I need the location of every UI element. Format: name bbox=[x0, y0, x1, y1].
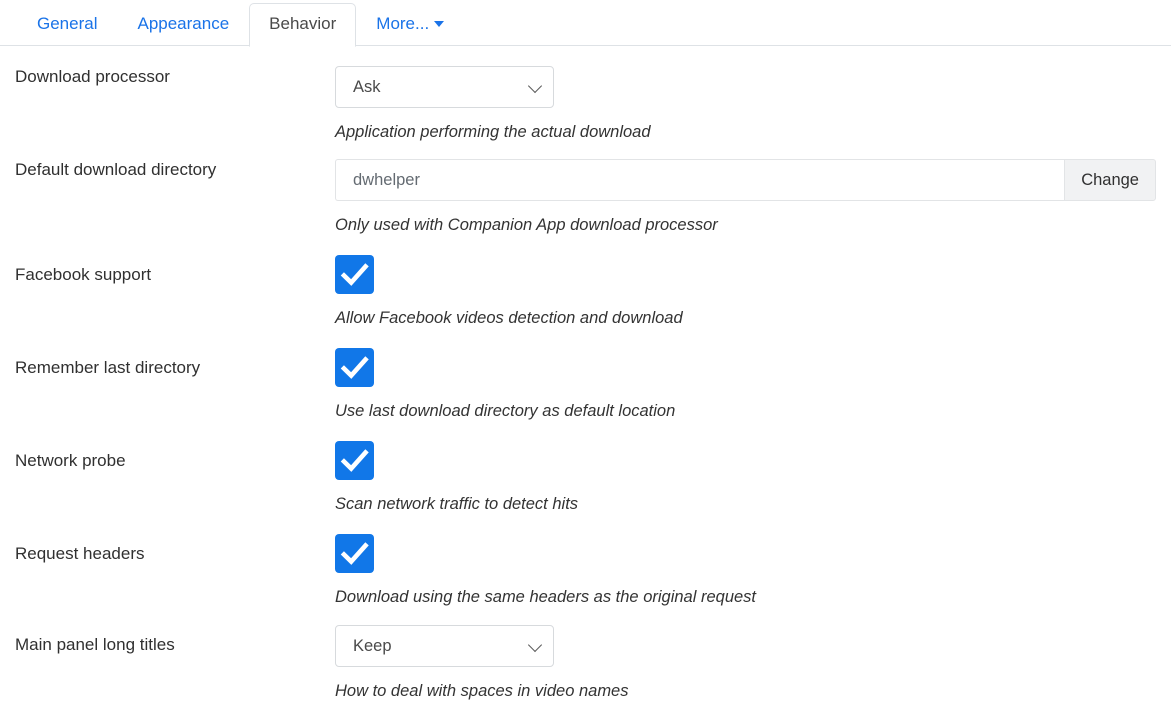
remember-last-directory-checkbox[interactable] bbox=[335, 348, 374, 387]
setting-label-download-processor: Download processor bbox=[0, 66, 335, 88]
setting-row-download-processor: Download processor Ask Application perfo… bbox=[0, 66, 1171, 143]
network-probe-checkbox[interactable] bbox=[335, 441, 374, 480]
setting-row-network-probe: Network probe Scan network traffic to de… bbox=[0, 441, 1171, 515]
tab-appearance-label: Appearance bbox=[137, 14, 229, 33]
tab-behavior[interactable]: Behavior bbox=[249, 3, 356, 47]
tab-general-label: General bbox=[37, 14, 97, 33]
setting-row-default-download-directory: Default download directory Change Only u… bbox=[0, 159, 1171, 236]
tab-strip: General Appearance Behavior More... bbox=[0, 0, 1171, 46]
setting-label-network-probe: Network probe bbox=[0, 441, 335, 472]
tab-general[interactable]: General bbox=[17, 3, 117, 47]
tab-behavior-label: Behavior bbox=[269, 14, 336, 33]
request-headers-checkbox[interactable] bbox=[335, 534, 374, 573]
setting-control-remember-last-directory: Use last download directory as default l… bbox=[335, 348, 1171, 422]
facebook-support-checkbox[interactable] bbox=[335, 255, 374, 294]
setting-hint-remember-last-directory: Use last download directory as default l… bbox=[335, 401, 1171, 422]
setting-label-remember-last-directory: Remember last directory bbox=[0, 348, 335, 379]
change-directory-button[interactable]: Change bbox=[1064, 159, 1156, 201]
checkmark-icon bbox=[335, 441, 374, 480]
main-panel-long-titles-select-value: Keep bbox=[353, 637, 392, 656]
setting-label-request-headers: Request headers bbox=[0, 534, 335, 565]
tab-list: General Appearance Behavior More... bbox=[0, 0, 1171, 46]
setting-row-request-headers: Request headers Download using the same … bbox=[0, 534, 1171, 608]
setting-control-network-probe: Scan network traffic to detect hits bbox=[335, 441, 1171, 515]
download-directory-input-group: Change bbox=[335, 159, 1156, 201]
setting-label-main-panel-long-titles: Main panel long titles bbox=[0, 625, 335, 656]
setting-control-download-processor: Ask Application performing the actual do… bbox=[335, 66, 1171, 143]
setting-hint-request-headers: Download using the same headers as the o… bbox=[335, 587, 1171, 608]
setting-hint-download-processor: Application performing the actual downlo… bbox=[335, 122, 1171, 143]
download-processor-select[interactable]: Ask bbox=[335, 66, 554, 108]
setting-hint-main-panel-long-titles: How to deal with spaces in video names bbox=[335, 681, 1171, 702]
setting-hint-facebook-support: Allow Facebook videos detection and down… bbox=[335, 308, 1171, 329]
setting-control-request-headers: Download using the same headers as the o… bbox=[335, 534, 1171, 608]
setting-hint-network-probe: Scan network traffic to detect hits bbox=[335, 494, 1171, 515]
chevron-down-icon bbox=[528, 79, 542, 93]
setting-row-remember-last-directory: Remember last directory Use last downloa… bbox=[0, 348, 1171, 422]
setting-control-main-panel-long-titles: Keep How to deal with spaces in video na… bbox=[335, 625, 1171, 702]
setting-control-facebook-support: Allow Facebook videos detection and down… bbox=[335, 255, 1171, 329]
setting-label-facebook-support: Facebook support bbox=[0, 255, 335, 286]
tab-more-label: More... bbox=[376, 14, 429, 33]
chevron-down-icon bbox=[434, 21, 444, 27]
checkmark-icon bbox=[335, 534, 374, 573]
setting-hint-default-download-directory: Only used with Companion App download pr… bbox=[335, 215, 1171, 236]
setting-row-facebook-support: Facebook support Allow Facebook videos d… bbox=[0, 255, 1171, 329]
setting-label-default-download-directory: Default download directory bbox=[0, 159, 335, 181]
tab-more[interactable]: More... bbox=[356, 3, 464, 47]
chevron-down-icon bbox=[528, 638, 542, 652]
checkmark-icon bbox=[335, 255, 374, 294]
setting-control-default-download-directory: Change Only used with Companion App down… bbox=[335, 159, 1171, 236]
tab-appearance[interactable]: Appearance bbox=[117, 3, 249, 47]
settings-panel: Download processor Ask Application perfo… bbox=[0, 46, 1171, 702]
checkmark-icon bbox=[335, 348, 374, 387]
download-directory-input[interactable] bbox=[335, 159, 1064, 201]
download-processor-select-value: Ask bbox=[353, 78, 381, 97]
main-panel-long-titles-select[interactable]: Keep bbox=[335, 625, 554, 667]
setting-row-main-panel-long-titles: Main panel long titles Keep How to deal … bbox=[0, 625, 1171, 702]
